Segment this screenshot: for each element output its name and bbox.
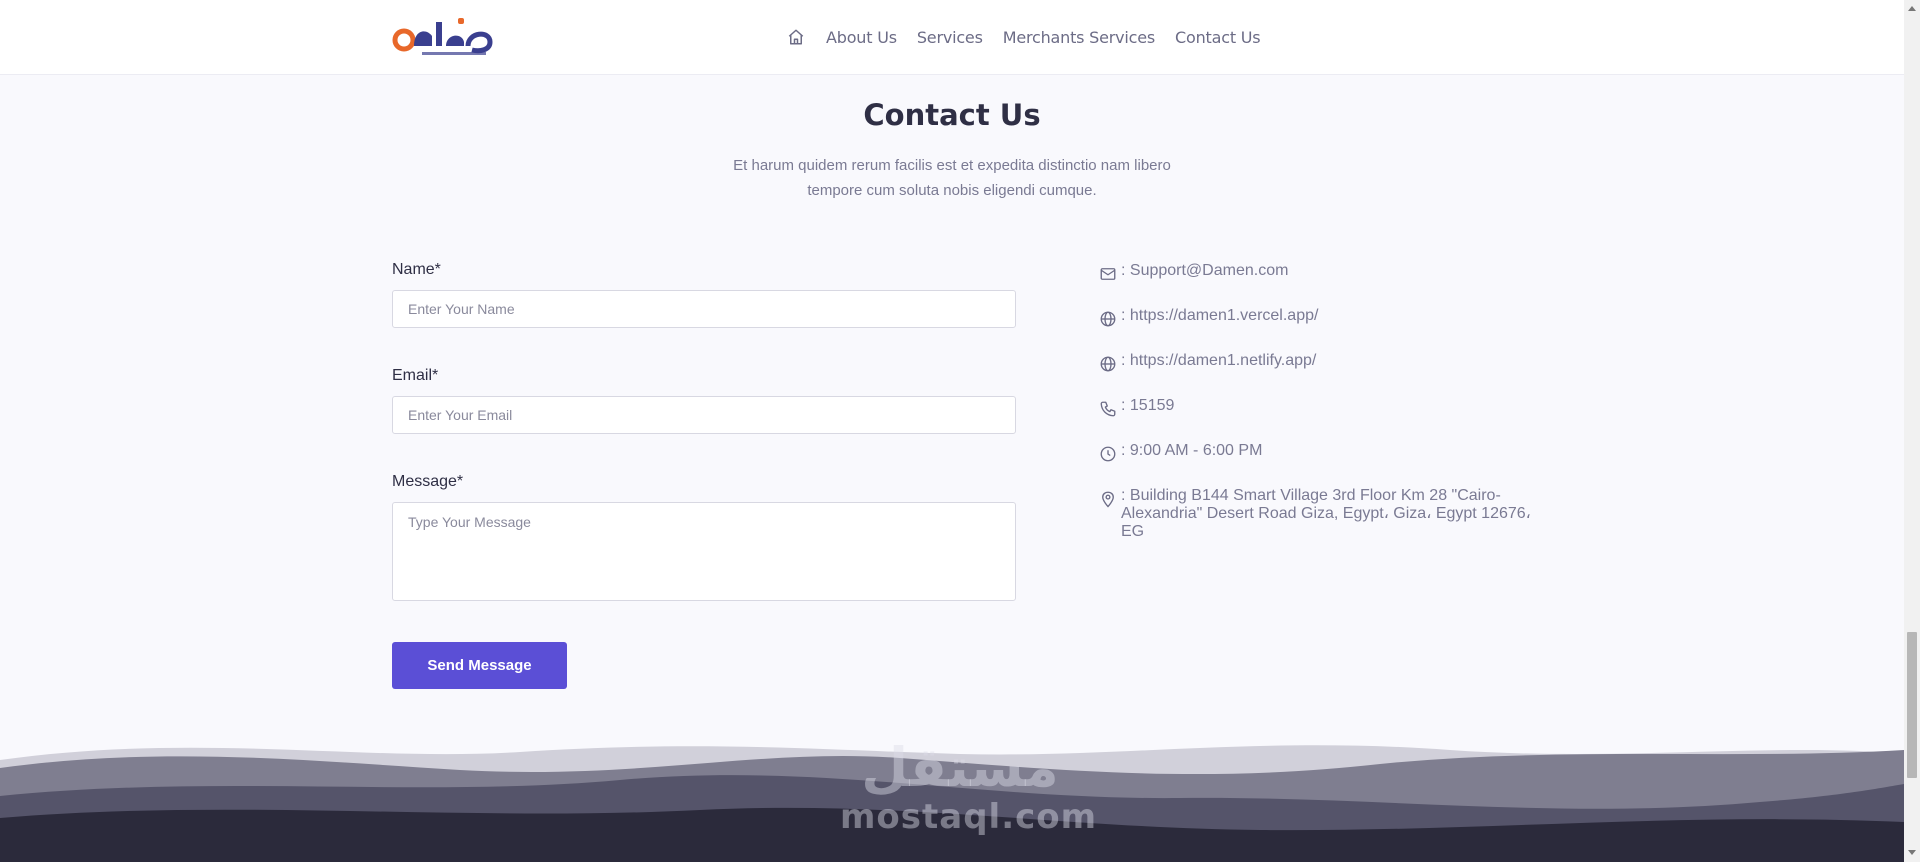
contact-hours: : 9:00 AM - 6:00 PM — [1097, 442, 1262, 465]
clock-icon — [1097, 443, 1119, 465]
message-textarea[interactable] — [392, 502, 1016, 601]
scrollbar-thumb[interactable] — [1907, 632, 1917, 778]
email-text: : Support@Damen.com — [1121, 262, 1289, 279]
message-label: Message* — [392, 473, 464, 490]
contact-email[interactable]: : Support@Damen.com — [1097, 262, 1288, 285]
name-label: Name* — [392, 261, 441, 278]
watermark: مستقل mostaql.com — [840, 736, 1098, 848]
address-text: : Building B144 Smart Village 3rd Floor … — [1121, 487, 1531, 540]
globe-icon — [1097, 308, 1119, 330]
mail-icon — [1097, 263, 1119, 285]
subtitle-line: Et harum quidem rerum facilis est et exp… — [733, 157, 1171, 174]
phone-text: : 15159 — [1121, 397, 1175, 414]
website-text: : https://damen1.vercel.app/ — [1121, 307, 1319, 324]
site-header: About Us Services Merchants Services Con… — [0, 0, 1904, 75]
home-icon[interactable] — [784, 25, 808, 49]
contact-website-2[interactable]: : https://damen1.netlify.app/ — [1097, 352, 1316, 375]
page-subtitle: Et harum quidem rerum facilis est et exp… — [0, 153, 1904, 203]
watermark-latin: mostaql.com — [840, 797, 1098, 837]
main-nav: About Us Services Merchants Services Con… — [784, 25, 1280, 49]
page-title: Contact Us — [863, 98, 1041, 132]
send-message-button[interactable]: Send Message — [392, 642, 567, 689]
phone-icon — [1097, 398, 1119, 420]
name-input[interactable] — [392, 290, 1016, 328]
website-text: : https://damen1.netlify.app/ — [1121, 352, 1317, 369]
contact-address: : Building B144 Smart Village 3rd Floor … — [1097, 487, 1541, 541]
brand-logo[interactable] — [392, 12, 494, 60]
scroll-up-arrow[interactable] — [1908, 6, 1916, 11]
nav-services[interactable]: Services — [917, 28, 983, 47]
nav-about-us[interactable]: About Us — [826, 28, 897, 47]
subtitle-line: tempore cum soluta nobis eligendi cumque… — [807, 182, 1097, 199]
contact-website-1[interactable]: : https://damen1.vercel.app/ — [1097, 307, 1318, 330]
scroll-down-arrow[interactable] — [1908, 850, 1916, 855]
nav-merchants-services[interactable]: Merchants Services — [1003, 28, 1156, 47]
watermark-arabic: مستقل — [861, 736, 1059, 799]
location-pin-icon — [1097, 488, 1119, 510]
hours-text: : 9:00 AM - 6:00 PM — [1121, 442, 1263, 459]
email-label: Email* — [392, 367, 439, 384]
email-input[interactable] — [392, 396, 1016, 434]
nav-contact-us[interactable]: Contact Us — [1175, 28, 1261, 47]
page-scrollbar[interactable] — [1904, 0, 1920, 862]
globe-icon — [1097, 353, 1119, 375]
contact-phone[interactable]: : 15159 — [1097, 397, 1174, 420]
